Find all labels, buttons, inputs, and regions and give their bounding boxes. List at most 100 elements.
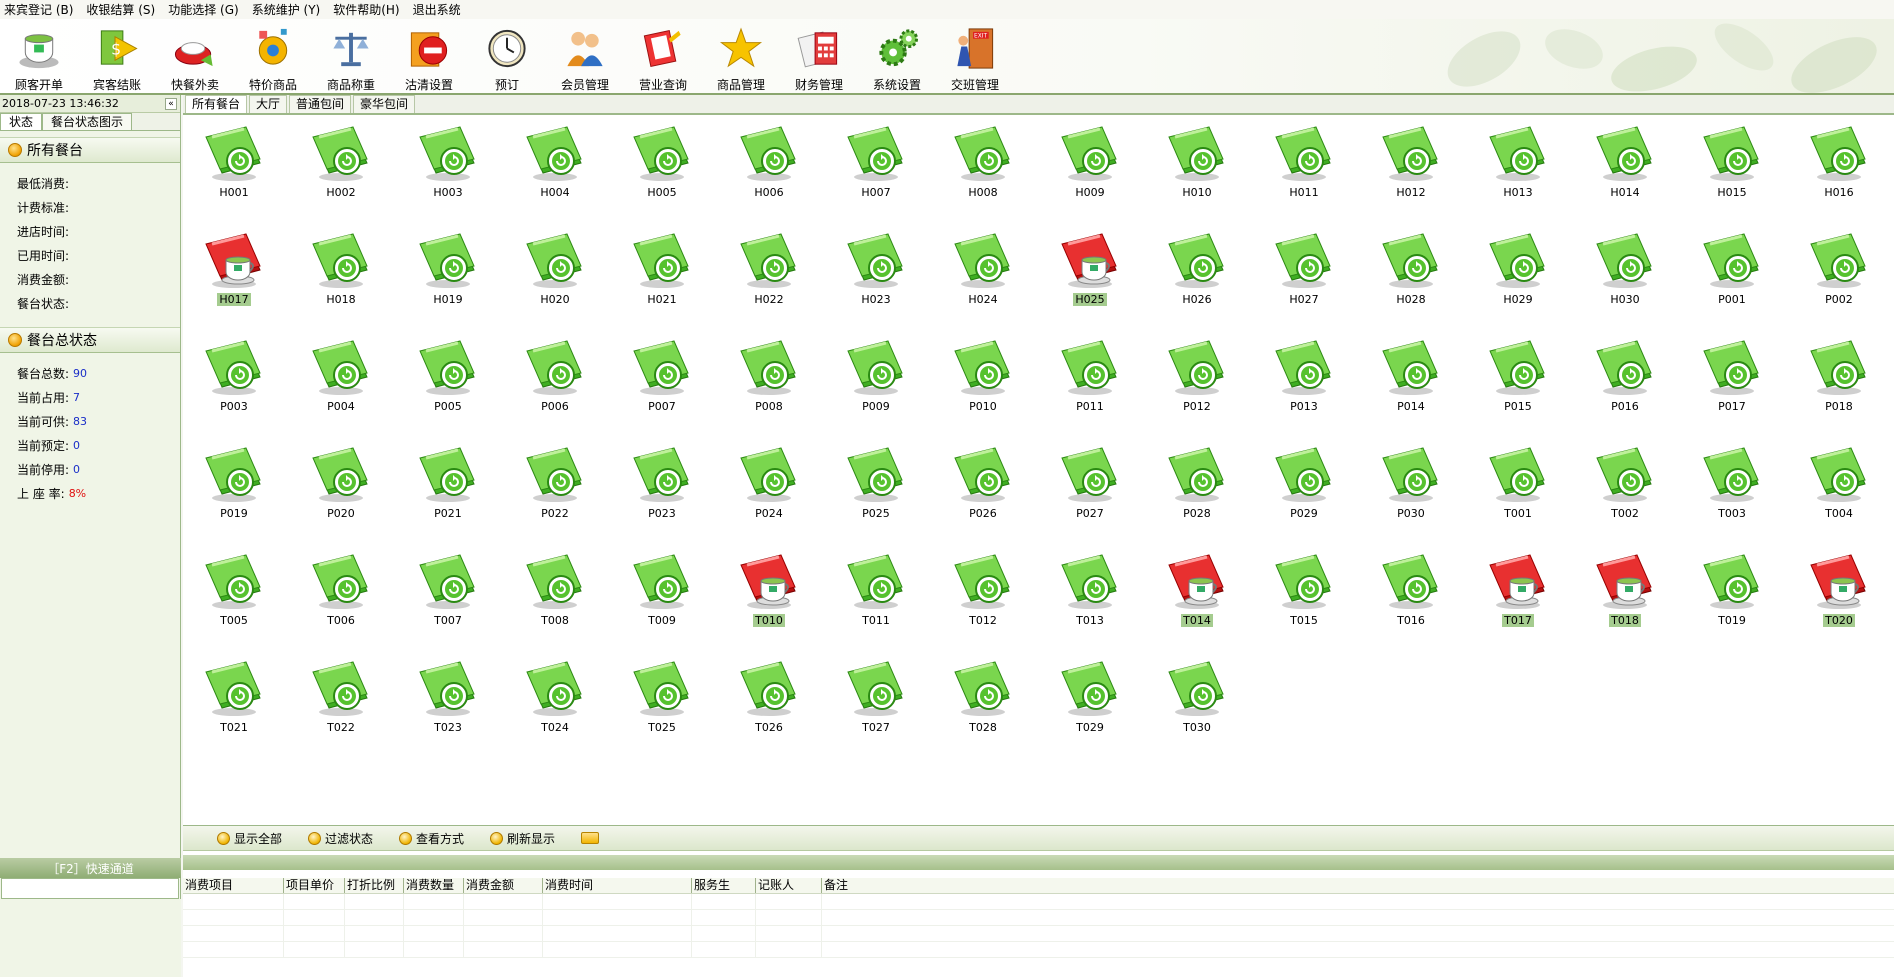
finance-management-button[interactable]: 财务管理 <box>780 19 858 93</box>
table-p008[interactable]: P008 <box>724 333 814 440</box>
table-t020[interactable]: T020 <box>1794 547 1884 654</box>
table-h010[interactable]: H010 <box>1152 119 1242 226</box>
table-t006[interactable]: T006 <box>296 547 386 654</box>
table-h003[interactable]: H003 <box>403 119 493 226</box>
table-t024[interactable]: T024 <box>510 654 600 761</box>
reservation-button[interactable]: 预订 <box>468 19 546 93</box>
table-t001[interactable]: T001 <box>1473 440 1563 547</box>
table-h009[interactable]: H009 <box>1045 119 1135 226</box>
table-p016[interactable]: P016 <box>1580 333 1670 440</box>
col-waiter[interactable]: 服务生 <box>692 878 756 893</box>
table-t027[interactable]: T027 <box>831 654 921 761</box>
system-settings-button[interactable]: 系统设置 <box>858 19 936 93</box>
table-t030[interactable]: T030 <box>1152 654 1242 761</box>
table-h023[interactable]: H023 <box>831 226 921 333</box>
table-p003[interactable]: P003 <box>189 333 279 440</box>
table-t005[interactable]: T005 <box>189 547 279 654</box>
shift-handover-button[interactable]: EXIT 交班管理 <box>936 19 1014 93</box>
table-p011[interactable]: P011 <box>1045 333 1135 440</box>
table-p023[interactable]: P023 <box>617 440 707 547</box>
table-h026[interactable]: H026 <box>1152 226 1242 333</box>
col-item[interactable]: 消费项目 <box>183 878 284 893</box>
member-management-button[interactable]: 会员管理 <box>546 19 624 93</box>
table-p001[interactable]: P001 <box>1687 226 1777 333</box>
table-t028[interactable]: T028 <box>938 654 1028 761</box>
tab-hall[interactable]: 大厅 <box>249 95 288 113</box>
tab-standard-room[interactable]: 普通包间 <box>289 95 352 113</box>
collapse-panel-icon[interactable]: « <box>165 97 177 110</box>
special-goods-button[interactable]: 特价商品 <box>234 19 312 93</box>
filter-status-button[interactable]: 过滤状态 <box>308 830 373 847</box>
view-mode-button[interactable]: 查看方式 <box>399 830 464 847</box>
table-p024[interactable]: P024 <box>724 440 814 547</box>
tab-deluxe-room[interactable]: 豪华包间 <box>353 95 416 113</box>
table-p015[interactable]: P015 <box>1473 333 1563 440</box>
quick-channel-input[interactable] <box>1 878 179 899</box>
table-h004[interactable]: H004 <box>510 119 600 226</box>
table-t007[interactable]: T007 <box>403 547 493 654</box>
table-t029[interactable]: T029 <box>1045 654 1135 761</box>
col-amount[interactable]: 消费金额 <box>464 878 543 893</box>
table-t013[interactable]: T013 <box>1045 547 1135 654</box>
table-p029[interactable]: P029 <box>1259 440 1349 547</box>
table-h015[interactable]: H015 <box>1687 119 1777 226</box>
table-t026[interactable]: T026 <box>724 654 814 761</box>
table-h025[interactable]: H025 <box>1045 226 1135 333</box>
table-p004[interactable]: P004 <box>296 333 386 440</box>
tab-table-legend[interactable]: 餐台状态图示 <box>42 113 133 130</box>
refresh-button[interactable]: 刷新显示 <box>490 830 555 847</box>
table-t025[interactable]: T025 <box>617 654 707 761</box>
table-t016[interactable]: T016 <box>1366 547 1456 654</box>
table-h017[interactable]: H017 <box>189 226 279 333</box>
table-h030[interactable]: H030 <box>1580 226 1670 333</box>
open-order-button[interactable]: 顾客开单 <box>0 19 78 93</box>
table-p030[interactable]: P030 <box>1366 440 1456 547</box>
table-p027[interactable]: P027 <box>1045 440 1135 547</box>
menu-functions[interactable]: 功能选择 (G) <box>166 1 249 18</box>
table-p022[interactable]: P022 <box>510 440 600 547</box>
table-h024[interactable]: H024 <box>938 226 1028 333</box>
folder-icon[interactable] <box>581 832 600 844</box>
table-h005[interactable]: H005 <box>617 119 707 226</box>
table-p020[interactable]: P020 <box>296 440 386 547</box>
table-t018[interactable]: T018 <box>1580 547 1670 654</box>
table-t003[interactable]: T003 <box>1687 440 1777 547</box>
table-t021[interactable]: T021 <box>189 654 279 761</box>
table-h002[interactable]: H002 <box>296 119 386 226</box>
goods-management-button[interactable]: 商品管理 <box>702 19 780 93</box>
table-t022[interactable]: T022 <box>296 654 386 761</box>
col-recorder[interactable]: 记账人 <box>756 878 822 893</box>
table-p010[interactable]: P010 <box>938 333 1028 440</box>
table-p005[interactable]: P005 <box>403 333 493 440</box>
table-h022[interactable]: H022 <box>724 226 814 333</box>
table-h008[interactable]: H008 <box>938 119 1028 226</box>
menu-help[interactable]: 软件帮助(H) <box>331 1 410 18</box>
table-t009[interactable]: T009 <box>617 547 707 654</box>
table-t010[interactable]: T010 <box>724 547 814 654</box>
sold-out-settings-button[interactable]: 沽清设置 <box>390 19 468 93</box>
show-all-button[interactable]: 显示全部 <box>217 830 282 847</box>
table-p017[interactable]: P017 <box>1687 333 1777 440</box>
table-h013[interactable]: H013 <box>1473 119 1563 226</box>
tab-status[interactable]: 状态 <box>0 113 43 130</box>
col-discount[interactable]: 打折比例 <box>345 878 404 893</box>
all-tables-header[interactable]: 所有餐台 <box>0 137 180 163</box>
menu-system-maintenance[interactable]: 系统维护 (Y) <box>250 1 332 18</box>
table-p014[interactable]: P014 <box>1366 333 1456 440</box>
menu-cashier[interactable]: 收银结算 (S) <box>84 1 166 18</box>
table-h029[interactable]: H029 <box>1473 226 1563 333</box>
table-h006[interactable]: H006 <box>724 119 814 226</box>
table-p025[interactable]: P025 <box>831 440 921 547</box>
table-h016[interactable]: H016 <box>1794 119 1884 226</box>
table-h014[interactable]: H014 <box>1580 119 1670 226</box>
table-p009[interactable]: P009 <box>831 333 921 440</box>
table-h018[interactable]: H018 <box>296 226 386 333</box>
table-h019[interactable]: H019 <box>403 226 493 333</box>
table-h001[interactable]: H001 <box>189 119 279 226</box>
table-p028[interactable]: P028 <box>1152 440 1242 547</box>
table-t002[interactable]: T002 <box>1580 440 1670 547</box>
table-h027[interactable]: H027 <box>1259 226 1349 333</box>
table-h021[interactable]: H021 <box>617 226 707 333</box>
weigh-button[interactable]: 商品称重 <box>312 19 390 93</box>
table-h012[interactable]: H012 <box>1366 119 1456 226</box>
